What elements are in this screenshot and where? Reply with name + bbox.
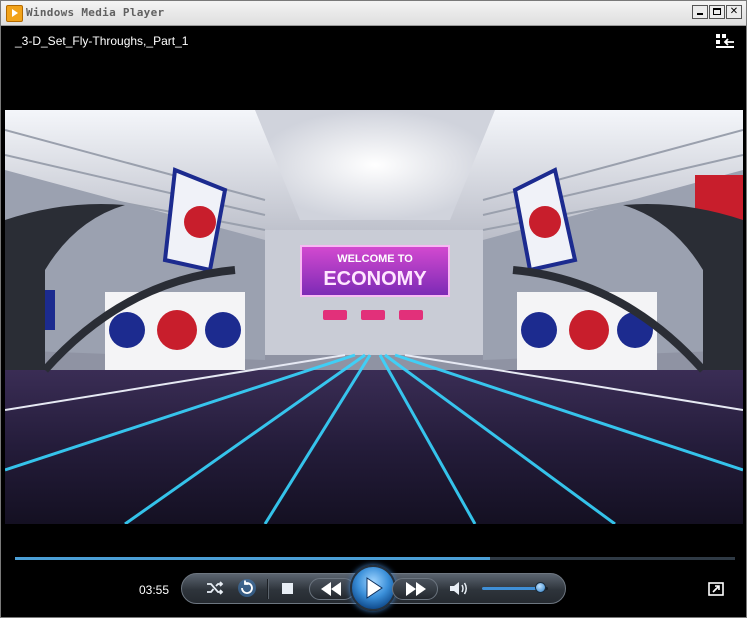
volume-level bbox=[482, 587, 541, 590]
speaker-icon[interactable] bbox=[449, 581, 469, 596]
next-icon bbox=[406, 582, 426, 596]
now-playing-title: _3-D_Set_Fly-Throughs,_Part_1 bbox=[15, 34, 189, 48]
previous-icon bbox=[321, 582, 341, 596]
maximize-button[interactable] bbox=[709, 5, 725, 19]
window-title: Windows Media Player bbox=[26, 6, 165, 19]
title-bar[interactable]: Windows Media Player ✕ bbox=[1, 1, 746, 26]
video-frame[interactable]: WELCOME TO ECONOMY bbox=[5, 110, 743, 524]
seek-bar[interactable] bbox=[15, 557, 735, 560]
media-player-window: Windows Media Player ✕ _3-D_Set_Fly-Thro… bbox=[0, 0, 747, 618]
play-icon bbox=[366, 577, 383, 599]
volume-knob[interactable] bbox=[535, 582, 546, 593]
switch-to-library-icon[interactable] bbox=[715, 33, 735, 49]
video-sign-main: ECONOMY bbox=[323, 268, 427, 290]
shuffle-icon[interactable] bbox=[206, 580, 224, 596]
fullscreen-icon[interactable] bbox=[708, 582, 724, 596]
minimize-button[interactable] bbox=[692, 5, 708, 19]
control-divider bbox=[267, 579, 269, 599]
stop-icon[interactable] bbox=[282, 583, 293, 594]
elapsed-time: 03:55 bbox=[139, 583, 170, 597]
video-sign-top: WELCOME TO bbox=[337, 253, 413, 265]
close-button[interactable]: ✕ bbox=[726, 5, 742, 19]
app-icon bbox=[6, 5, 23, 22]
seek-bar-progress bbox=[15, 557, 490, 560]
repeat-icon[interactable] bbox=[237, 578, 257, 598]
